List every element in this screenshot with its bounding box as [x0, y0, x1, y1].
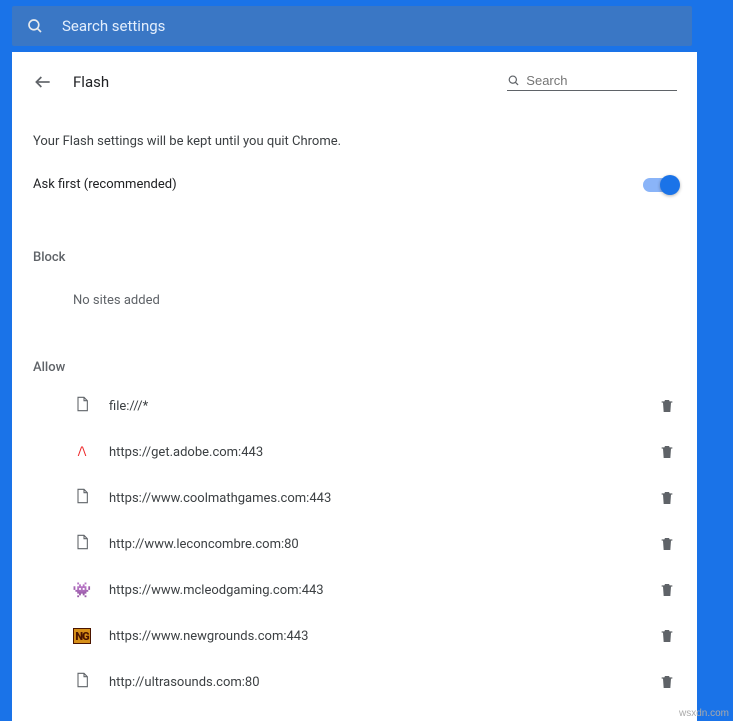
site-favicon: [73, 535, 91, 553]
site-url: file:///*: [109, 399, 641, 414]
allow-section-label: Allow: [13, 316, 697, 383]
site-url: https://get.adobe.com:443: [109, 445, 641, 460]
page-header: Flash: [13, 72, 697, 116]
delete-site-button[interactable]: [659, 673, 677, 691]
document-icon: [74, 487, 90, 509]
site-favicon: NG: [73, 627, 91, 645]
ask-first-toggle[interactable]: [643, 178, 677, 192]
delete-site-button[interactable]: [659, 581, 677, 599]
site-favicon: 👾: [73, 581, 91, 599]
arrow-left-icon: [33, 72, 53, 92]
delete-site-button[interactable]: [659, 489, 677, 507]
allow-list: file:///* /\ https://get.adobe.com:443 http…: [13, 383, 697, 705]
newgrounds-icon: NG: [73, 628, 91, 644]
site-row: NG https://www.newgrounds.com:443: [13, 613, 697, 659]
back-button[interactable]: [33, 72, 53, 92]
page-title: Flash: [73, 73, 487, 91]
document-icon: [74, 671, 90, 693]
site-url: https://www.mcleodgaming.com:443: [109, 583, 641, 598]
delete-site-button[interactable]: [659, 535, 677, 553]
site-url: http://ultrasounds.com:80: [109, 675, 641, 690]
search-icon: [507, 73, 520, 88]
site-row: https://www.coolmathgames.com:443: [13, 475, 697, 521]
settings-search-placeholder: Search settings: [62, 17, 165, 35]
inline-search[interactable]: [507, 73, 677, 91]
search-icon: [26, 17, 44, 35]
adobe-icon: /\: [78, 444, 86, 461]
content-card: Flash Your Flash settings will be kept u…: [12, 52, 697, 721]
block-empty-message: No sites added: [13, 273, 697, 316]
site-favicon: [73, 673, 91, 691]
site-url: https://www.newgrounds.com:443: [109, 629, 641, 644]
site-row: file:///*: [13, 383, 697, 429]
top-bar: Search settings: [0, 0, 733, 52]
site-favicon: [73, 489, 91, 507]
ask-first-row: Ask first (recommended): [13, 163, 697, 206]
document-icon: [74, 533, 90, 555]
document-icon: [74, 395, 90, 417]
site-row: http://ultrasounds.com:80: [13, 659, 697, 705]
block-section-label: Block: [13, 206, 697, 273]
site-url: https://www.coolmathgames.com:443: [109, 491, 641, 506]
site-row: /\ https://get.adobe.com:443: [13, 429, 697, 475]
site-row: http://www.leconcombre.com:80: [13, 521, 697, 567]
site-row: 👾 https://www.mcleodgaming.com:443: [13, 567, 697, 613]
inline-search-input[interactable]: [526, 73, 677, 88]
settings-search-box[interactable]: Search settings: [12, 6, 692, 46]
delete-site-button[interactable]: [659, 627, 677, 645]
site-favicon: /\: [73, 443, 91, 461]
site-favicon: [73, 397, 91, 415]
delete-site-button[interactable]: [659, 443, 677, 461]
ask-first-label: Ask first (recommended): [33, 177, 177, 192]
delete-site-button[interactable]: [659, 397, 677, 415]
mcleodgaming-icon: 👾: [73, 581, 92, 599]
watermark: wsxdn.com: [679, 708, 729, 719]
site-url: http://www.leconcombre.com:80: [109, 537, 641, 552]
flash-info-text: Your Flash settings will be kept until y…: [13, 116, 697, 163]
